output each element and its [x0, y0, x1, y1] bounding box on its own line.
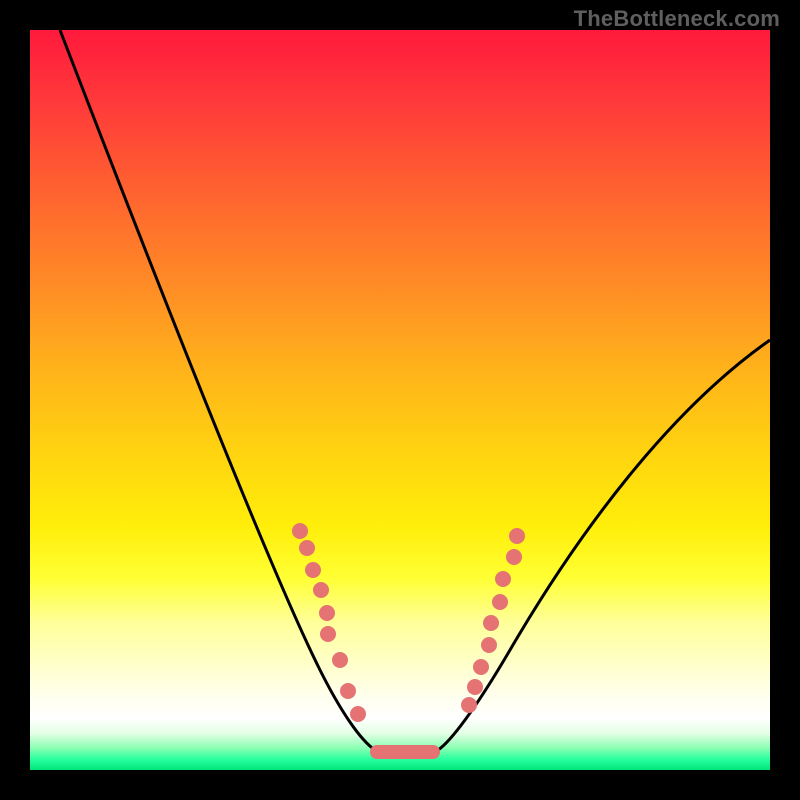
watermark-text: TheBottleneck.com — [574, 6, 780, 32]
data-point — [305, 562, 321, 578]
data-point — [483, 615, 499, 631]
chart-svg — [30, 30, 770, 770]
data-point — [332, 652, 348, 668]
data-point — [492, 594, 508, 610]
data-point — [481, 637, 497, 653]
data-point — [473, 659, 489, 675]
data-point — [320, 626, 336, 642]
data-point — [495, 571, 511, 587]
data-point — [299, 540, 315, 556]
data-points-group — [292, 523, 525, 722]
curve-path — [60, 30, 770, 750]
chart-frame: TheBottleneck.com — [0, 0, 800, 800]
data-point — [467, 679, 483, 695]
plateau-bar — [370, 745, 440, 759]
data-point — [292, 523, 308, 539]
data-point — [509, 528, 525, 544]
plot-area — [30, 30, 770, 770]
plateau-segment — [370, 745, 440, 759]
data-point — [461, 697, 477, 713]
data-point — [506, 549, 522, 565]
bottleneck-curve — [60, 30, 770, 750]
data-point — [340, 683, 356, 699]
data-point — [319, 605, 335, 621]
data-point — [313, 582, 329, 598]
data-point — [350, 706, 366, 722]
